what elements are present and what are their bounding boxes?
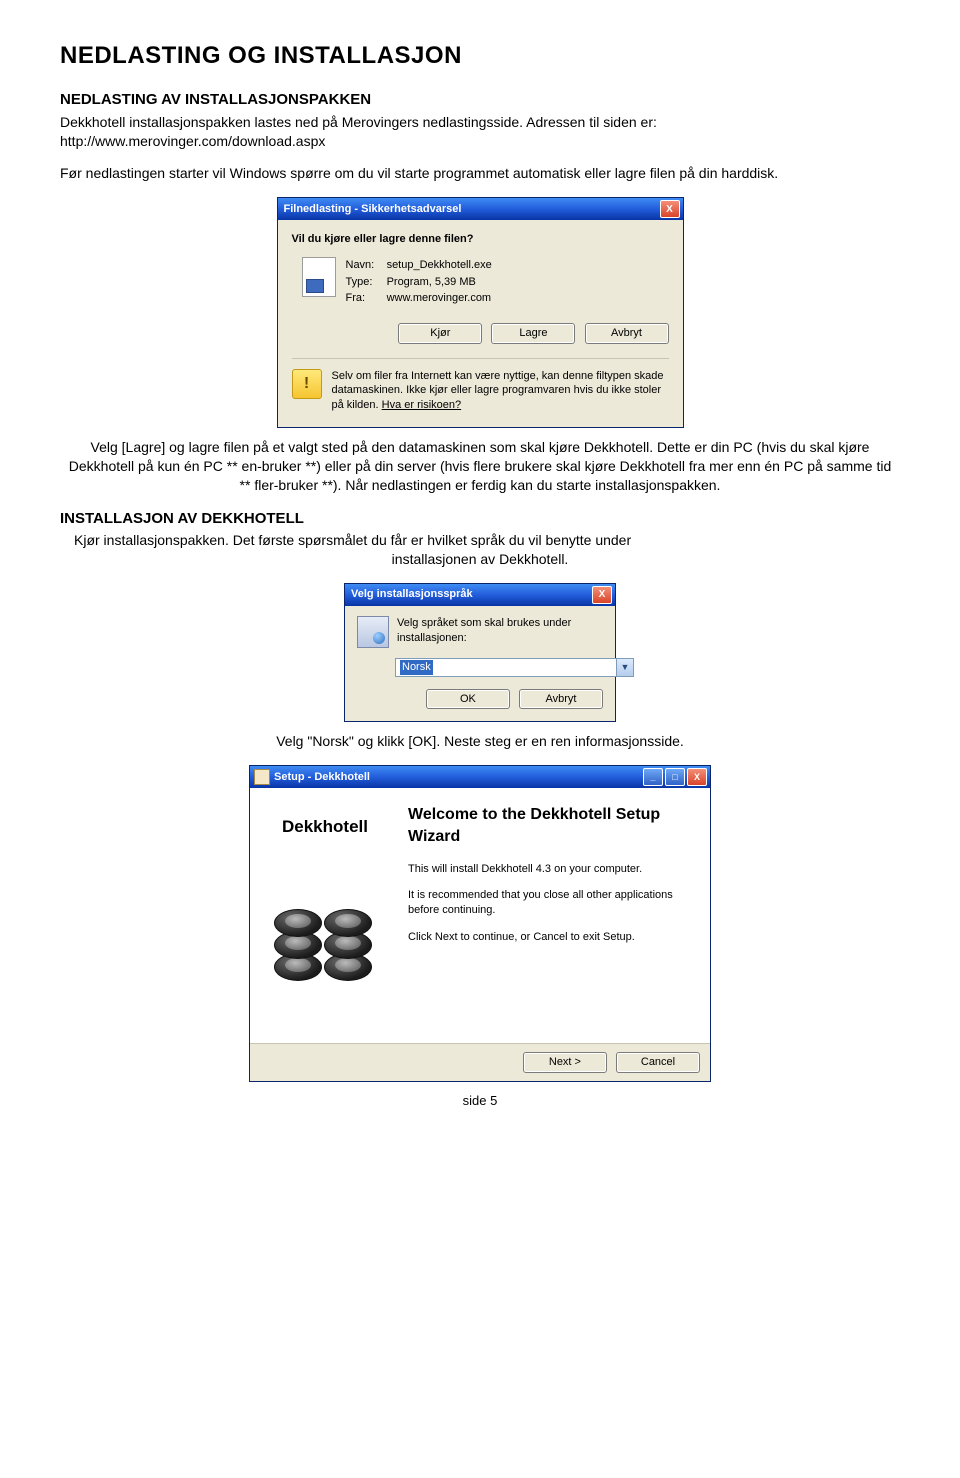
run-button[interactable]: Kjør [398,323,482,344]
cancel-button[interactable]: Avbryt [519,689,603,710]
section2-p1a: Kjør installasjonspakken. Det første spø… [60,531,631,550]
risk-link[interactable]: Hva er risikoen? [382,399,461,411]
download-dialog-titlebar: Filnedlasting - Sikkerhetsadvarsel X [278,198,683,220]
page-number: side 5 [60,1092,900,1110]
globe-installer-icon [357,616,389,648]
section2-heading: INSTALLASJON AV DEKKHOTELL [60,509,900,529]
wizard-heading: Welcome to the Dekkhotell Setup Wizard [408,804,692,847]
download-dialog-title: Filnedlasting - Sikkerhetsadvarsel [284,202,462,217]
cancel-button[interactable]: Cancel [616,1052,700,1073]
setup-titlebar: Setup - Dekkhotell _ □ X [250,766,710,788]
section1-p2: Før nedlastingen starter vil Windows spø… [60,164,900,183]
language-selected: Norsk [400,660,433,675]
wizard-p2: It is recommended that you close all oth… [408,888,692,918]
wizard-p1: This will install Dekkhotell 4.3 on your… [408,862,692,877]
brand-logo: Dekkhotell [282,816,368,839]
next-button[interactable]: Next > [523,1052,607,1073]
maximize-icon[interactable]: □ [665,768,685,786]
file-icon [302,257,336,297]
close-icon[interactable]: X [660,200,680,218]
page-title: NEDLASTING OG INSTALLASJON [60,40,900,72]
download-question: Vil du kjøre eller lagre denne filen? [292,232,669,247]
wizard-p3: Click Next to continue, or Cancel to exi… [408,930,692,945]
ok-button[interactable]: OK [426,689,510,710]
language-prompt: Velg språket som skal brukes under insta… [397,616,603,646]
save-button[interactable]: Lagre [491,323,575,344]
shield-warning-icon: ! [292,369,322,399]
middle-paragraph: Velg [Lagre] og lagre filen på et valgt … [65,438,895,495]
section1-heading: NEDLASTING AV INSTALLASJONSPAKKEN [60,90,900,110]
language-dialog-titlebar: Velg installasjonsspråk X [345,584,615,606]
type-value: Program, 5,39 MB [387,276,476,288]
section1-p1: Dekkhotell installasjonspakken lastes ne… [60,113,900,151]
tires-illustration [270,897,380,987]
name-label: Navn: [346,257,384,274]
name-value: setup_Dekkhotell.exe [387,259,492,271]
warning-text: Selv om filer fra Internett kan være nyt… [332,369,669,414]
cancel-button[interactable]: Avbryt [585,323,669,344]
type-label: Type: [346,274,384,291]
download-dialog: Filnedlasting - Sikkerhetsadvarsel X Vil… [277,197,684,428]
language-dialog-title: Velg installasjonsspråk [351,587,473,602]
from-label: Fra: [346,290,384,307]
language-select[interactable]: Norsk ▼ [395,658,634,677]
chevron-down-icon[interactable]: ▼ [616,659,633,676]
post-language-instruction: Velg "Norsk" og klikk [OK]. Neste steg e… [60,732,900,751]
language-dialog: Velg installasjonsspråk X Velg språket s… [344,583,616,723]
setup-wizard-dialog: Setup - Dekkhotell _ □ X Dekkhotell Welc… [249,765,711,1082]
from-value: www.merovinger.com [387,292,492,304]
minimize-icon[interactable]: _ [643,768,663,786]
setup-title: Setup - Dekkhotell [274,770,370,785]
close-icon[interactable]: X [687,768,707,786]
close-icon[interactable]: X [592,586,612,604]
section2-p1b: installasjonen av Dekkhotell. [392,551,569,567]
installer-icon [254,769,270,785]
